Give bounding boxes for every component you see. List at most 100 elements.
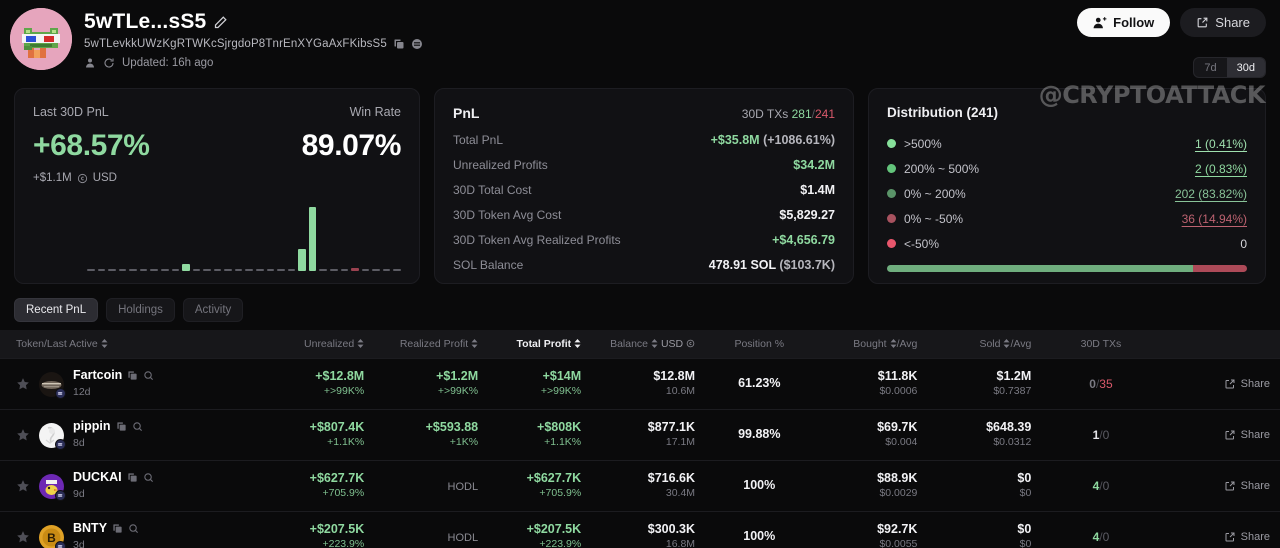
unrealized-cell-pct: +223.9% [322, 537, 365, 548]
pnl-row-value: $1.4M [800, 183, 835, 197]
distribution-row: <-50% 0 [887, 231, 1247, 256]
distribution-value[interactable]: 36 (14.94%) [1182, 212, 1247, 226]
distribution-label: 200% ~ 500% [904, 161, 980, 176]
column-header-sold[interactable]: Sold/Avg [927, 330, 1042, 359]
distribution-row-left: 200% ~ 500% [887, 162, 979, 176]
total-profit-cell-value: +$627.7K [526, 471, 582, 486]
last-30d-pnl-label: Last 30D PnL [33, 105, 109, 119]
column-header-position: Position % [705, 330, 814, 359]
list-details-icon[interactable] [411, 38, 423, 50]
share-cell[interactable]: Share [1160, 409, 1280, 461]
bought-value: $11.8K [877, 369, 918, 384]
tab-recent-pnl[interactable]: Recent PnL [14, 298, 99, 322]
column-header-bought[interactable]: Bought/Avg [813, 330, 928, 359]
row-share-button[interactable]: Share [1171, 429, 1270, 441]
share-button[interactable]: Share [1180, 8, 1266, 37]
sort-icon[interactable] [651, 339, 658, 348]
copy-icon[interactable] [393, 38, 405, 50]
token-last-active: 8d [73, 437, 85, 449]
search-icon[interactable] [143, 370, 154, 381]
account-name-row: 5wTLe...sS5 [84, 10, 423, 34]
table-row[interactable]: DUCKAI 9d +$627.7K +705.9% HODL +$627.7K +705.… [0, 460, 1280, 512]
currency-toggle-icon[interactable] [77, 173, 88, 184]
currency-label: USD [92, 172, 117, 184]
favorite-star-icon[interactable] [16, 479, 30, 493]
sort-icon[interactable] [101, 339, 108, 348]
copy-icon[interactable] [127, 370, 138, 381]
avatar[interactable] [10, 8, 72, 70]
row-share-button[interactable]: Share [1171, 378, 1270, 390]
txs-win: 281 [791, 107, 812, 121]
balance-tokens: 16.8M [665, 537, 696, 548]
sort-icon[interactable] [1003, 339, 1010, 348]
range-option-7d[interactable]: 7d [1194, 58, 1226, 77]
column-header-total-profit[interactable]: Total Profit [488, 330, 592, 359]
svg-text:B: B [47, 531, 56, 545]
sparkline-bar [160, 269, 169, 271]
unrealized-cell: +$12.8M +>99K% [271, 358, 375, 410]
sparkline-bar [224, 269, 232, 271]
unrealized-cell: +$207.5K +223.9% [271, 511, 375, 548]
chain-badge-icon [55, 489, 66, 501]
share-cell[interactable]: Share [1160, 358, 1280, 410]
column-header-token-last-active[interactable]: Token/Last Active [0, 330, 272, 359]
pnl-row-label: SOL Balance [453, 258, 524, 272]
share-cell[interactable]: Share [1160, 460, 1280, 512]
currency-toggle-icon[interactable] [686, 339, 695, 348]
watermark: @CRYPTOATTACK [1038, 81, 1266, 109]
sparkline-bar [139, 269, 148, 271]
search-icon[interactable] [132, 421, 143, 432]
txs-cell: 1/0 [1041, 409, 1161, 461]
favorite-star-icon[interactable] [16, 428, 30, 442]
tab-activity[interactable]: Activity [182, 298, 244, 322]
refresh-icon[interactable] [103, 57, 115, 69]
token-last-active: 12d [73, 386, 91, 398]
column-header-balance[interactable]: Balance USD [591, 330, 706, 359]
table-row[interactable]: B BNTY 3d +$207.5K +223.9% HODL +$207.5K +223.9… [0, 511, 1280, 548]
sparkline-bar [329, 269, 338, 271]
sparkline-bar [287, 269, 296, 271]
bought-avg: $0.004 [885, 435, 918, 448]
wallet-profile-page: 5wTLe...sS5 5wTLevkkUWzKgRTWKcSjrgdoP8Tn… [0, 0, 1280, 548]
distribution-bar-segment [887, 265, 1193, 272]
row-share-button[interactable]: Share [1171, 480, 1270, 492]
tab-holdings[interactable]: Holdings [106, 298, 175, 322]
follow-label: Follow [1113, 15, 1155, 30]
pnl-row-extra: (+1086.61%) [759, 133, 835, 147]
sparkline-bar [97, 269, 106, 271]
column-header-unrealized[interactable]: Unrealized [271, 330, 375, 359]
pnl-row-extra: ($103.7K) [775, 258, 835, 272]
sort-icon[interactable] [471, 339, 478, 348]
sort-icon[interactable] [357, 339, 364, 348]
share-cell[interactable]: Share [1160, 511, 1280, 548]
search-icon[interactable] [128, 523, 139, 534]
sort-icon[interactable] [574, 339, 581, 348]
bought-avg: $0.0055 [879, 537, 918, 548]
search-icon[interactable] [143, 472, 154, 483]
range-option-30d[interactable]: 30d [1226, 58, 1265, 77]
table-row[interactable]: pippin 8d +$807.4K +1.1K% +$593.88 +1K% +$808K… [0, 409, 1280, 461]
row-share-button[interactable]: Share [1171, 531, 1270, 543]
favorite-star-icon[interactable] [16, 377, 30, 391]
copy-icon[interactable] [116, 421, 127, 432]
balance-cell: $300.3K 16.8M [591, 511, 706, 548]
distribution-value[interactable]: 202 (83.82%) [1175, 187, 1247, 201]
balance-value: $716.6K [647, 471, 696, 486]
column-header-realized-profit[interactable]: Realized Profit [374, 330, 489, 359]
edit-pencil-icon[interactable] [213, 15, 228, 30]
distribution-value[interactable]: 2 (0.83%) [1195, 162, 1247, 176]
pnl-usd-row: +$1.1M USD [33, 172, 149, 184]
copy-icon[interactable] [112, 523, 123, 534]
follow-button[interactable]: Follow [1077, 8, 1171, 37]
total-profit-cell-value: +$207.5K [526, 522, 582, 537]
distribution-card: @CRYPTOATTACK Distribution (241) >500% 1 … [868, 81, 1266, 284]
sold-avg: $0 [1019, 537, 1032, 548]
sort-icon[interactable] [890, 339, 897, 348]
distribution-value[interactable]: 1 (0.41%) [1195, 137, 1247, 151]
table-row[interactable]: Fartcoin 12d +$12.8M +>99K% +$1.2M +>99K% +$14… [0, 358, 1280, 410]
favorite-star-icon[interactable] [16, 530, 30, 544]
range-toggle[interactable]: 7d 30d [1193, 57, 1266, 78]
token-cell: B BNTY 3d [0, 511, 272, 548]
copy-icon[interactable] [127, 472, 138, 483]
content-tabs: Recent PnL Holdings Activity [0, 284, 1280, 330]
